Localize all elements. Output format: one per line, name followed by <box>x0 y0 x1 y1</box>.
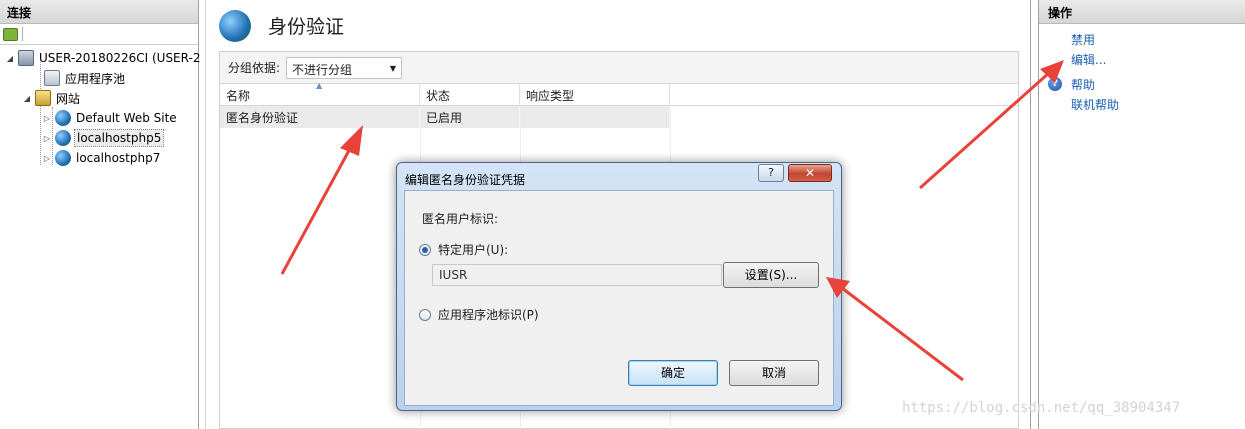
dropdown-arrow-icon: ▼ <box>389 63 397 73</box>
expanded-triangle-icon[interactable]: ◢ <box>5 54 15 63</box>
new-connection-icon[interactable] <box>3 27 18 41</box>
website-globe-icon <box>55 150 71 166</box>
connections-header: 连接 <box>0 0 198 24</box>
connections-toolbar <box>0 24 198 45</box>
app-pool-identity-option[interactable]: 应用程序池标识(P) <box>419 306 539 323</box>
radio-unselected[interactable] <box>419 308 431 321</box>
row-cell-type <box>520 106 670 128</box>
toolbar-separator <box>22 27 23 41</box>
collapsed-triangle-icon[interactable]: ▷ <box>42 134 52 143</box>
group-by-value: 不进行分组 <box>292 62 353 77</box>
edit-anonymous-credentials-dialog: 编辑匿名身份验证凭据 ? ✕ 匿名用户标识: 特定用户(U): IUSR 设置(… <box>396 162 842 411</box>
connections-pane: 连接 ◢ USER-20180226CI (USER-2 应用程序池 ◢ 网站 <box>0 0 202 429</box>
group-by-label: 分组依据: <box>228 61 281 75</box>
page-title: 身份验证 <box>268 16 345 38</box>
ok-button[interactable]: 确定 <box>628 360 718 386</box>
tree-node-localhostphp7[interactable]: ▷ localhostphp7 <box>42 148 162 168</box>
website-globe-icon <box>55 110 71 126</box>
dialog-close-button[interactable]: ✕ <box>788 164 832 182</box>
tree-node-label: localhostphp5 <box>74 129 165 147</box>
tree-node-label: 应用程序池 <box>65 71 126 86</box>
app-pool-icon <box>44 70 60 86</box>
dialog-help-button[interactable]: ? <box>758 164 784 182</box>
action-online-help-link[interactable]: 联机帮助 <box>1071 96 1119 113</box>
iis-manager-window: 连接 ◢ USER-20180226CI (USER-2 应用程序池 ◢ 网站 <box>0 0 1245 429</box>
action-edit-link[interactable]: 编辑... <box>1071 51 1106 68</box>
sort-ascending-icon: ▲ <box>316 81 323 90</box>
server-icon <box>18 50 34 66</box>
radio-selected[interactable] <box>419 243 431 256</box>
row-cell-name: 匿名身份验证 <box>220 106 420 128</box>
column-header-status[interactable]: 状态 <box>420 84 520 105</box>
set-user-button[interactable]: 设置(S)... <box>723 262 819 288</box>
tree-node-label: 网站 <box>56 91 81 106</box>
specific-user-option[interactable]: 特定用户(U): <box>419 241 508 258</box>
tree-node-default-web-site[interactable]: ▷ Default Web Site <box>42 108 179 128</box>
cancel-button[interactable]: 取消 <box>729 360 819 386</box>
specific-user-field[interactable]: IUSR <box>432 264 722 286</box>
column-header-name[interactable]: ▲ 名称 <box>220 81 420 105</box>
row-cell-status: 已启用 <box>420 106 520 128</box>
collapsed-triangle-icon[interactable]: ▷ <box>42 154 52 163</box>
tree-node-label: Default Web Site <box>76 111 177 125</box>
tree-node-localhostphp5[interactable]: ▷ localhostphp5 <box>42 128 165 148</box>
specific-user-label: 特定用户(U): <box>438 243 509 257</box>
anonymous-identity-label: 匿名用户标识: <box>422 212 499 226</box>
dialog-body: 匿名用户标识: 特定用户(U): IUSR 设置(S)... 应用程序池标识(P… <box>404 190 834 406</box>
tree-node-sites[interactable]: ◢ 网站 <box>22 88 82 108</box>
column-header-label: 响应类型 <box>526 89 575 103</box>
action-disable-link[interactable]: 禁用 <box>1071 31 1095 48</box>
tree-node-app-pools[interactable]: 应用程序池 <box>31 68 127 88</box>
watermark-text: https://blog.csdn.net/qq_38904347 <box>902 400 1181 416</box>
expanded-triangle-icon[interactable]: ◢ <box>22 94 32 103</box>
tree-node-server[interactable]: ◢ USER-20180226CI (USER-2 <box>5 48 202 68</box>
actions-pane: 操作 禁用 编辑... ? 帮助 联机帮助 <box>1038 0 1245 429</box>
app-pool-identity-label: 应用程序池标识(P) <box>438 308 539 322</box>
group-by-select[interactable]: 不进行分组 ▼ <box>286 56 403 79</box>
list-header: ▲ 名称 状态 响应类型 <box>220 81 1018 106</box>
tree-node-label: localhostphp7 <box>76 151 161 165</box>
website-globe-icon <box>55 130 71 146</box>
sites-folder-icon <box>35 90 51 106</box>
authentication-globe-icon <box>219 10 251 42</box>
action-help-link[interactable]: 帮助 <box>1071 76 1095 93</box>
column-header-label: 名称 <box>226 89 251 103</box>
help-icon: ? <box>1048 77 1062 91</box>
tree-node-label: USER-20180226CI (USER-2 <box>39 51 201 65</box>
actions-header: 操作 <box>1039 0 1245 24</box>
group-by-bar: 分组依据: 不进行分组 ▼ <box>220 52 1018 84</box>
column-header-response-type[interactable]: 响应类型 <box>520 84 670 105</box>
column-header-label: 状态 <box>426 89 451 103</box>
table-row[interactable]: 匿名身份验证 已启用 <box>220 106 670 128</box>
collapsed-triangle-icon[interactable]: ▷ <box>42 114 52 123</box>
dialog-title: 编辑匿名身份验证凭据 <box>405 173 526 187</box>
